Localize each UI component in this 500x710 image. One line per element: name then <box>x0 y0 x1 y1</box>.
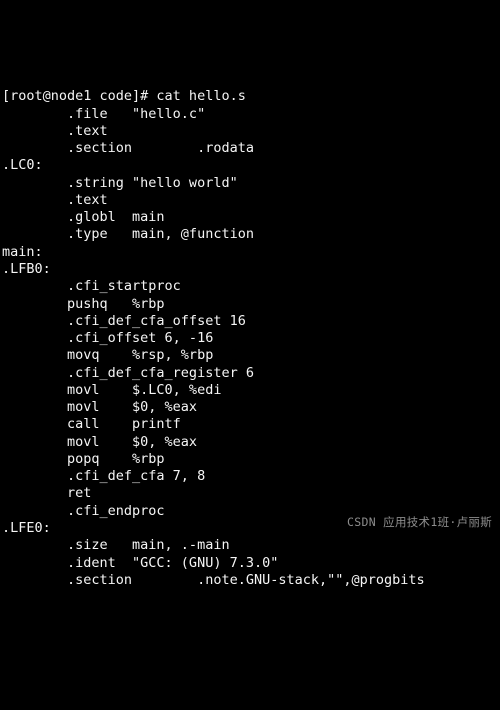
watermark: CSDN 应用技术1班·卢丽斯 <box>347 515 492 530</box>
terminal-output: [root@node1 code]# cat hello.s .file "he… <box>2 71 496 589</box>
shell-prompt: [root@node1 code]# cat hello.s <box>2 88 496 105</box>
